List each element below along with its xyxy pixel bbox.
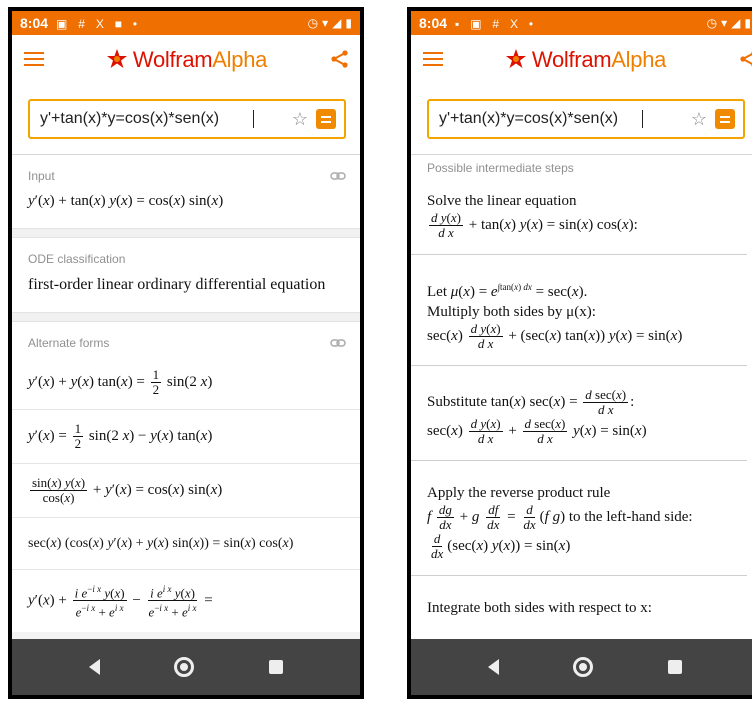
grid-icon: # [492, 17, 500, 31]
pod-divider [12, 228, 360, 238]
menu-icon[interactable] [24, 49, 44, 69]
recent-apps-icon[interactable] [268, 660, 283, 674]
back-icon[interactable] [89, 659, 101, 675]
home-icon[interactable] [573, 657, 594, 677]
signal-icon: ◢ [332, 16, 342, 30]
search-section: ☆ [12, 85, 360, 155]
brand-name-part2: Alpha [611, 47, 667, 72]
equals-keyboard-icon[interactable] [316, 109, 336, 129]
status-time: 8:04 [20, 15, 49, 31]
step-text: Integrate both sides with respect to x: [427, 600, 652, 616]
step-text: to the left-hand side: [568, 508, 693, 525]
app-bar: WolframAlpha [411, 35, 752, 85]
status-bar: 8:04 ▪ ▣ # X • ◷ ▾ ◢ ▮ [411, 11, 752, 35]
alternate-form-row: y′(x) + y(x) tan(x) = 12 sin(2 x) [12, 356, 360, 410]
step-math: f dg dx + g df dx = d dx (f g) [427, 502, 566, 532]
battery-icon: ▮ [744, 16, 751, 30]
alarm-icon: ◷ [706, 16, 718, 30]
input-expression: y′(x) + tan(x) y(x) = cos(x) sin(x) [28, 193, 224, 209]
ode-classification-value: first-order linear ordinary differential… [28, 276, 326, 293]
menu-icon[interactable] [423, 49, 443, 69]
wifi-icon: ▾ [721, 16, 728, 30]
search-input[interactable] [439, 110, 641, 128]
signal-icon: ◢ [731, 16, 741, 30]
brand-name-part2: Alpha [212, 47, 268, 72]
step-math: Substitute tan(x) sec(x) = d sec(x) d x: [427, 387, 635, 417]
pod-divider [12, 312, 360, 322]
pod-title: ODE classification [28, 252, 126, 266]
search-box[interactable]: ☆ [28, 99, 346, 139]
link-icon[interactable] [330, 171, 346, 181]
phone-screen-left: 8:04 ▣ # X ■ • ◷ ▾ ◢ ▮ WolframAlpha y'+t… [8, 7, 364, 699]
x-icon: X [510, 17, 519, 31]
image-icon: ▪ [455, 17, 460, 31]
alternate-form-row: sec(x) (cos(x) y′(x) + y(x) sin(x)) = si… [12, 518, 360, 570]
search-section: ☆ [411, 85, 752, 155]
share-icon[interactable] [739, 49, 752, 69]
step-text: Multiply both sides by μ(x): [427, 304, 596, 320]
step-reverse-product: Apply the reverse product rule f dg dx + … [411, 461, 747, 576]
dot-icon: • [132, 17, 138, 31]
back-icon[interactable] [488, 659, 500, 675]
step-math: d dx (sec(x) y(x)) = sin(x) [431, 531, 571, 561]
brand-name-part1: Wolfram [531, 47, 612, 72]
system-nav-bar [12, 639, 360, 695]
alternate-form-row: sin(x) y(x) cos(x) + y′(x) = cos(x) sin(x… [12, 464, 360, 518]
star-icon[interactable]: ☆ [292, 109, 308, 130]
wifi-icon: ▾ [322, 16, 329, 30]
recent-apps-icon[interactable] [667, 660, 682, 674]
notification-icon: ▣ [56, 17, 68, 31]
step-solve-linear: Solve the linear equation d y(x) d x + ta… [411, 183, 747, 255]
steps-area: Possible intermediate steps Solve the li… [411, 155, 752, 641]
step-math: Let μ(x) = e∫tan(x) dx = sec(x). [427, 282, 588, 300]
x-icon: X [95, 17, 104, 31]
alarm-icon: ◷ [307, 16, 319, 30]
step-text: Solve the linear equation [427, 193, 577, 209]
star-icon[interactable]: ☆ [691, 109, 707, 130]
link-icon[interactable] [330, 338, 346, 348]
pod-title: Alternate forms [28, 336, 110, 350]
search-input[interactable] [40, 110, 252, 128]
step-substitute: Substitute tan(x) sec(x) = d sec(x) d x: … [411, 366, 747, 461]
step-math: sec(x) d y(x) d x + d sec(x) d x y(x) = si… [427, 416, 647, 446]
status-time: 8:04 [419, 15, 448, 31]
results-area: Input y′(x) + tan(x) y(x) = cos(x) sin(x… [12, 155, 360, 641]
text-cursor [253, 110, 254, 128]
step-text: Apply the reverse product rule [427, 485, 611, 501]
brand-logo: WolframAlpha [504, 47, 666, 73]
step-integrate: Integrate both sides with respect to x: [411, 576, 747, 632]
home-icon[interactable] [174, 657, 195, 677]
brand-name-part1: Wolfram [132, 47, 213, 72]
input-pod: Input y′(x) + tan(x) y(x) = cos(x) sin(x… [12, 155, 360, 228]
system-nav-bar [411, 639, 752, 695]
text-cursor [642, 110, 643, 128]
ode-classification-pod: ODE classification first-order linear or… [12, 238, 360, 312]
notification-icon: ▣ [470, 17, 482, 31]
step-integrating-factor: Let μ(x) = e∫tan(x) dx = sec(x). Multipl… [411, 255, 747, 366]
wolfram-star-icon [505, 49, 526, 68]
brand-logo: WolframAlpha [105, 47, 267, 73]
battery-icon: ▮ [345, 16, 352, 30]
step-math: sec(x) d y(x) d x + (sec(x) tan(x)) y(x) … [427, 321, 683, 351]
square-icon: ■ [114, 17, 122, 31]
app-bar: WolframAlpha [12, 35, 360, 85]
phone-screen-right: 8:04 ▪ ▣ # X • ◷ ▾ ◢ ▮ WolframAlpha y'+t… [407, 7, 752, 699]
search-box[interactable]: ☆ [427, 99, 745, 139]
status-bar: 8:04 ▣ # X ■ • ◷ ▾ ◢ ▮ [12, 11, 360, 35]
alternate-form-row: y′(x) = 12 sin(2 x) − y(x) tan(x) [12, 410, 360, 464]
alternate-form-row: y′(x) + i e−i x y(x) e−i x + ei x − i ei … [28, 584, 213, 620]
steps-title: Possible intermediate steps [427, 161, 574, 175]
alternate-forms-pod: Alternate forms y′(x) + y(x) tan(x) = 12… [12, 322, 360, 632]
equals-keyboard-icon[interactable] [715, 109, 735, 129]
pod-title: Input [28, 169, 55, 183]
dot-icon: • [528, 17, 534, 31]
share-icon[interactable] [330, 49, 350, 69]
wolfram-star-icon [106, 49, 127, 68]
step-math: d y(x) d x + tan(x) y(x) = sin(x) cos(x): [429, 210, 638, 240]
grid-icon: # [78, 17, 85, 31]
